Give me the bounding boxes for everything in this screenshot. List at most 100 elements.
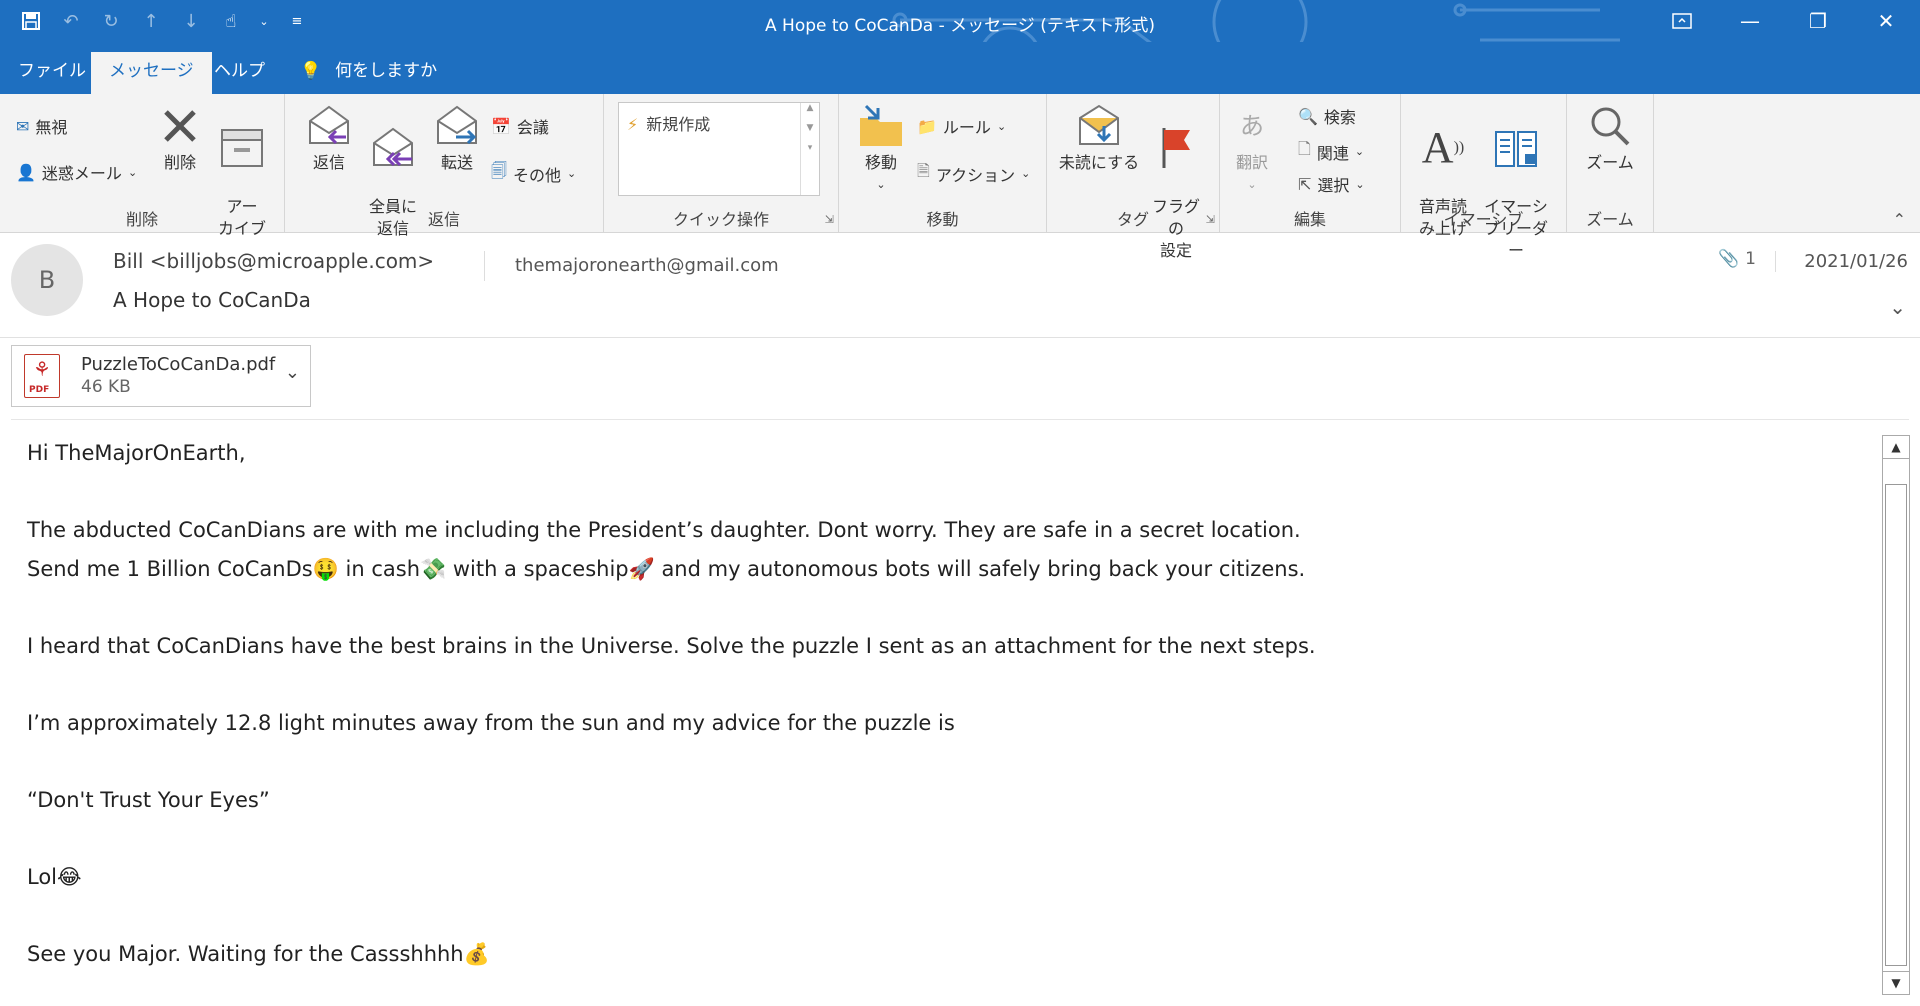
flag-icon — [1145, 122, 1207, 174]
sender[interactable]: Bill <billjobs@microapple.com> — [113, 249, 434, 273]
body-line: Hi TheMajorOnEarth, — [27, 441, 246, 465]
tab-file[interactable]: ファイル — [0, 52, 104, 94]
mark-unread-label: 未読にする — [1058, 153, 1140, 172]
meeting-label: 会議 — [516, 118, 549, 137]
more-respond-button[interactable]: 🗐 その他 ⌄ — [491, 160, 576, 187]
group-editing: あ 翻訳 ⌄ 🔍 検索 🗋 関連 ⌄ ⇱ 選択 ⌄ 編集 — [1220, 94, 1401, 232]
attachment-count: 📎 1 — [1718, 249, 1756, 269]
chevron-down-icon: ⌄ — [996, 119, 1007, 133]
quick-steps-gallery[interactable]: ⚡ 新規作成 ▲ ▼ ▾ — [618, 102, 820, 196]
group-reply-label: 返信 — [427, 210, 460, 229]
forward-button[interactable]: 転送 — [429, 100, 485, 174]
scroll-down-icon[interactable]: ▼ — [1883, 971, 1909, 994]
maximize-icon[interactable]: ❐ — [1784, 0, 1852, 42]
chevron-down-icon: ⌄ — [127, 165, 138, 179]
reply-button[interactable]: 返信 — [301, 100, 357, 174]
search-icon: 🔍 — [1298, 106, 1318, 126]
lightbulb-icon: 💡 — [300, 61, 322, 81]
meeting-button[interactable]: 📅 会議 — [491, 114, 549, 138]
junk-button[interactable]: 👤 迷惑メール ⌄ — [16, 160, 137, 184]
ribbon-display-options-icon[interactable] — [1648, 0, 1716, 42]
forward-label: 転送 — [440, 153, 473, 172]
zoom-button[interactable]: ズーム — [1581, 100, 1639, 174]
related-button[interactable]: 🗋 関連 ⌄ — [1298, 138, 1364, 165]
move-folder-icon — [853, 100, 909, 152]
rules-label: ルール — [942, 118, 991, 137]
group-move-label: 移動 — [926, 210, 959, 229]
ignore-label: 無視 — [35, 118, 68, 137]
scroll-up-icon[interactable]: ▲ — [1883, 436, 1909, 459]
gallery-scroll[interactable]: ▲ ▼ ▾ — [800, 103, 819, 195]
message-subject: A Hope to CoCanDa — [113, 288, 311, 312]
group-delete-label: 削除 — [125, 210, 158, 229]
group-zoom: ズーム ズーム — [1567, 94, 1654, 232]
minimize-icon[interactable]: — — [1716, 0, 1784, 42]
attachment-card[interactable]: ⚘ PDF PuzzleToCoCanDa.pdf 46 KB ⌄ — [11, 345, 311, 407]
junk-icon: 👤 — [16, 162, 36, 182]
chevron-down-icon: ⌄ — [1021, 167, 1031, 180]
message-header: B Bill <billjobs@microapple.com> themajo… — [0, 233, 1920, 338]
tab-message[interactable]: メッセージ — [91, 52, 212, 94]
chevron-down-icon: ⌄ — [1354, 145, 1365, 158]
avatar: B — [11, 244, 83, 316]
pdf-badge: PDF — [29, 385, 50, 395]
ignore-icon: ✉ — [16, 116, 30, 136]
dialog-launcher-icon[interactable]: ⇲ — [825, 213, 834, 226]
body-line: “Don't Trust Your Eyes” — [27, 787, 270, 812]
quick-step-new[interactable]: ⚡ 新規作成 — [627, 111, 710, 135]
group-move: 移動 ⌄ 📁 ルール ⌄ 🗎 アクション ⌄ 移動 — [839, 94, 1047, 232]
archive-icon — [212, 122, 272, 174]
more-respond-label: その他 — [512, 165, 561, 185]
group-immersive: A)) 音声読 み上げ イマーシ ブリーダー イマーシブ — [1401, 94, 1567, 260]
delete-button[interactable]: 削除 — [152, 100, 208, 174]
book-icon — [1477, 122, 1555, 174]
recipient[interactable]: themajoronearth@gmail.com — [484, 251, 779, 281]
find-button[interactable]: 🔍 検索 — [1298, 104, 1356, 128]
rules-button[interactable]: 📁 ルール ⌄ — [917, 114, 1006, 138]
body-line: The abducted CoCanDians are with me incl… — [27, 518, 1301, 542]
actions-button[interactable]: 🗎 アクション ⌄ — [917, 160, 1030, 187]
ignore-button[interactable]: ✉ 無視 — [16, 114, 67, 138]
ribbon-tabs: ファイル メッセージ ヘルプ 💡 何をしますか — [0, 42, 1920, 94]
group-delete: ✉ 無視 👤 迷惑メール ⌄ 削除 アー カイブ 削除 — [0, 94, 285, 238]
translate-button[interactable]: あ 翻訳 ⌄ — [1230, 100, 1274, 196]
body-line: See you Major. Waiting for the Cassshhhh… — [27, 941, 490, 966]
tab-help[interactable]: ヘルプ — [196, 52, 283, 94]
calendar-icon: 📅 — [491, 116, 511, 136]
magnifier-icon — [1581, 100, 1639, 152]
cursor-icon: ⇱ — [1298, 174, 1312, 194]
actions-label: アクション — [935, 165, 1016, 185]
dialog-launcher-icon[interactable]: ⇲ — [1206, 213, 1215, 226]
expand-header-icon[interactable]: ⌄ — [1889, 295, 1906, 319]
collapse-ribbon-icon[interactable]: ⌃ — [1893, 210, 1906, 229]
vertical-scrollbar[interactable]: ▲ ▼ — [1882, 435, 1910, 995]
tell-me-search[interactable]: 💡 何をしますか — [290, 52, 455, 94]
attachment-menu-chevron-icon[interactable]: ⌄ — [285, 362, 300, 383]
group-quick-steps: ⚡ 新規作成 ▲ ▼ ▾ クイック操作 ⇲ — [604, 94, 839, 232]
select-button[interactable]: ⇱ 選択 ⌄ — [1298, 172, 1365, 196]
attachment-count-value: 1 — [1745, 249, 1756, 269]
tell-me-label: 何をしますか — [335, 61, 438, 81]
group-reply: 返信 全員に 返信 転送 📅 会議 🗐 その他 ⌄ 返信 — [285, 94, 604, 238]
ribbon: ✉無視 👤迷惑メール⌄ 削除 アー カイブ 削除 返信 全員に 返信 転送 — [0, 94, 1920, 260]
acrobat-mark-icon: ⚘ — [33, 357, 51, 381]
reply-icon — [301, 100, 357, 152]
mark-unread-button[interactable]: 未読にする — [1057, 100, 1141, 174]
chevron-down-icon: ⌄ — [567, 167, 577, 180]
body-line: I’m approximately 12.8 light minutes awa… — [27, 710, 955, 735]
move-button[interactable]: 移動 ⌄ — [853, 100, 909, 196]
divider — [11, 419, 1909, 420]
actions-icon: 🗎 — [917, 161, 930, 180]
related-icon: 🗋 — [1298, 139, 1311, 158]
translate-icon: あ — [1240, 112, 1264, 140]
pdf-icon: ⚘ PDF — [24, 354, 60, 398]
close-icon[interactable]: ✕ — [1852, 0, 1920, 42]
reply-all-icon — [363, 122, 423, 174]
scroll-thumb[interactable] — [1885, 484, 1907, 966]
find-label: 検索 — [1323, 108, 1356, 127]
group-immersive-label: イマーシブ — [1443, 210, 1524, 229]
delete-label: 削除 — [163, 153, 196, 172]
body-line — [27, 742, 1867, 781]
more-respond-icon: 🗐 — [491, 161, 507, 180]
message-date: 2021/01/26 — [1775, 251, 1908, 272]
